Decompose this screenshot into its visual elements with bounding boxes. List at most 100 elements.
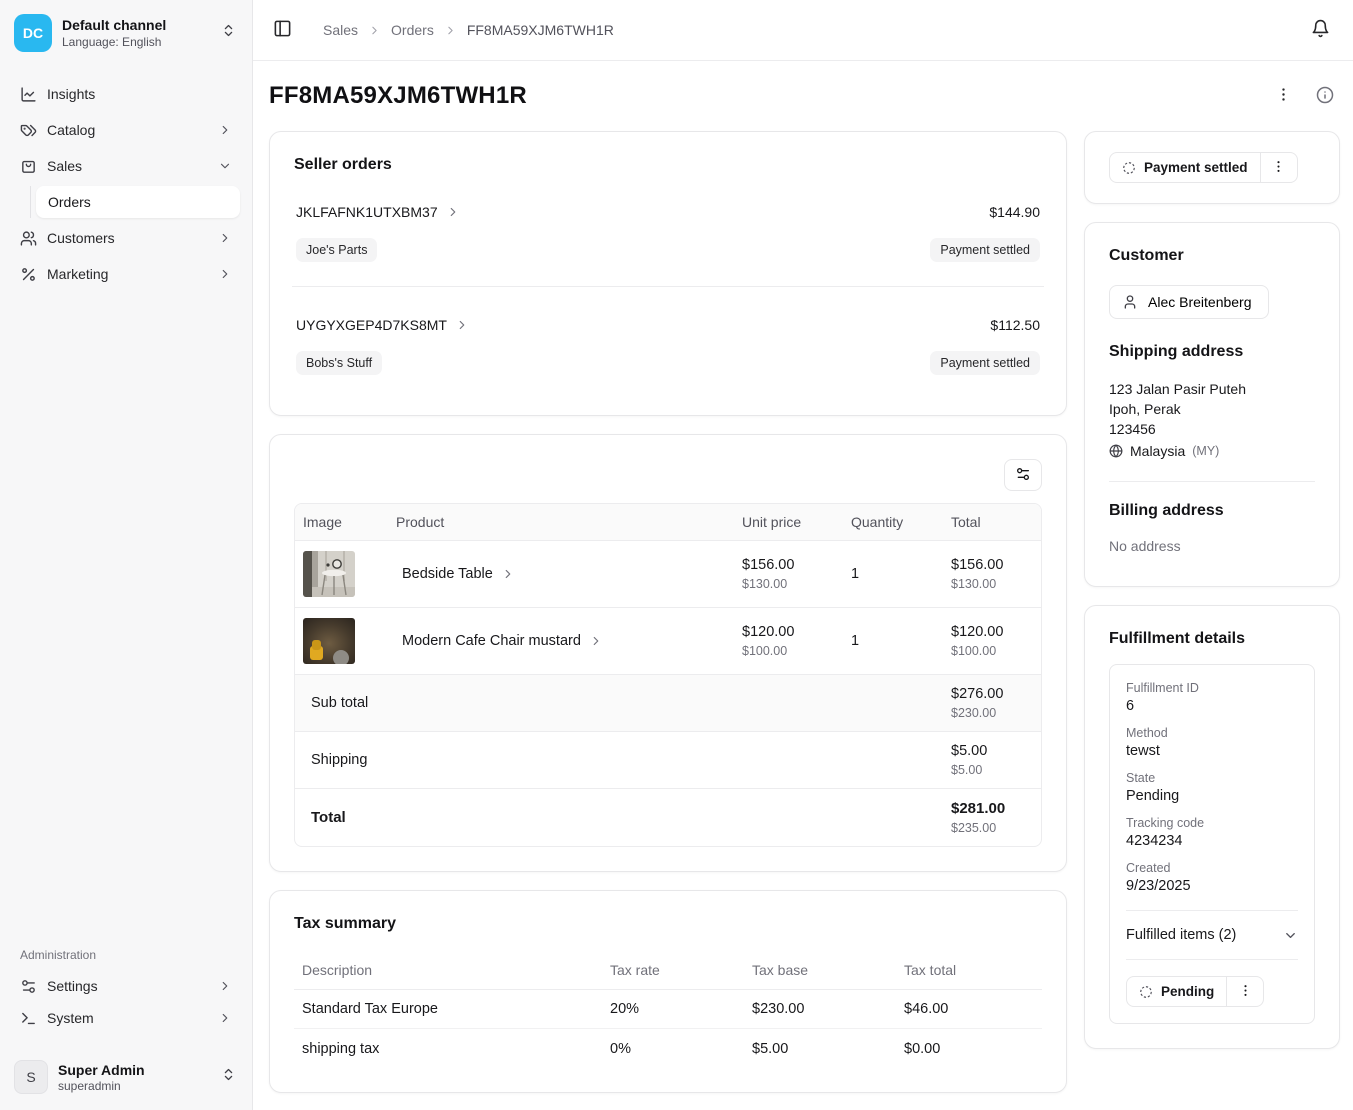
chevron-down-icon — [218, 159, 232, 173]
column-header-tax-rate: Tax rate — [602, 962, 744, 978]
fulfillment-state-button[interactable]: Pending — [1127, 977, 1226, 1006]
fulfillment-box: Fulfillment ID 6 Method tewst State Pend… — [1109, 664, 1315, 1024]
field-value: 4234234 — [1126, 833, 1298, 849]
shopping-bag-icon — [20, 158, 37, 175]
notifications-button[interactable] — [1305, 15, 1335, 45]
breadcrumb-orders[interactable]: Orders — [391, 22, 434, 38]
chevron-right-icon — [218, 231, 232, 245]
chevrons-up-down-icon — [221, 1067, 236, 1087]
channel-switcher[interactable]: DC Default channel Language: English — [12, 10, 240, 56]
sidebar-item-label: Orders — [48, 194, 91, 210]
fulfilled-items-toggle[interactable]: Fulfilled items (2) — [1126, 927, 1298, 943]
page-info-button[interactable] — [1310, 81, 1340, 111]
user-menu[interactable]: S Super Admin superadmin — [12, 1056, 240, 1098]
title-row: FF8MA59XJM6TWH1R — [269, 81, 1340, 111]
kebab-menu-icon — [1271, 159, 1286, 177]
breadcrumb-sales[interactable]: Sales — [323, 22, 358, 38]
sidebar-item-system[interactable]: System — [12, 1002, 240, 1034]
tags-icon — [20, 122, 37, 139]
shipping-row: Shipping $5.00 $5.00 — [295, 732, 1041, 789]
seller-order-total: $112.50 — [990, 317, 1040, 333]
billing-address-title: Billing address — [1109, 502, 1315, 520]
sidebar-toggle-button[interactable] — [267, 15, 297, 45]
subtotal-row: Sub total $276.00 $230.00 — [295, 675, 1041, 732]
chevron-right-icon — [218, 267, 232, 281]
unit-price-net: $130.00 — [742, 577, 835, 591]
tax-description: shipping tax — [294, 1041, 602, 1057]
sidebar-item-label: Marketing — [47, 266, 208, 282]
tax-description: Standard Tax Europe — [294, 1001, 602, 1017]
customer-title: Customer — [1109, 247, 1315, 265]
sidebar-item-sales[interactable]: Sales — [12, 150, 240, 182]
seller-badge: Bobs's Stuff — [296, 351, 382, 375]
sidebar-item-orders[interactable]: Orders — [36, 186, 240, 218]
tax-base: $230.00 — [744, 1001, 896, 1017]
chevron-down-icon — [1283, 928, 1298, 943]
sidebar-item-marketing[interactable]: Marketing — [12, 258, 240, 290]
page-actions-menu-button[interactable] — [1268, 81, 1298, 111]
column-header-tax-base: Tax base — [744, 962, 896, 978]
fulfillment-field: Method tewst — [1126, 726, 1298, 759]
page-content: FF8MA59XJM6TWH1R Seller orders — [253, 61, 1353, 1110]
sidebar-item-insights[interactable]: Insights — [12, 78, 240, 110]
user-icon — [1122, 294, 1138, 310]
line-total: $156.00 — [951, 557, 1033, 573]
shipping-value: $5.00 — [951, 743, 1033, 759]
breadcrumb: Sales Orders FF8MA59XJM6TWH1R — [323, 22, 614, 38]
sidebar-item-settings[interactable]: Settings — [12, 970, 240, 1002]
seller-order-link[interactable]: UYGYXGEP4D7KS8MT — [296, 317, 469, 333]
main-area: Sales Orders FF8MA59XJM6TWH1R FF8MA59XJM… — [253, 0, 1353, 1110]
customer-link-button[interactable]: Alec Breitenberg — [1109, 285, 1269, 319]
field-value: tewst — [1126, 743, 1298, 759]
seller-order-code: JKLFAFNK1UTXBM37 — [296, 204, 438, 220]
country-code: (MY) — [1192, 441, 1219, 461]
shipping-address-title: Shipping address — [1109, 343, 1315, 361]
fulfillment-field: Fulfillment ID 6 — [1126, 681, 1298, 714]
seller-orders-card: Seller orders JKLFAFNK1UTXBM37 $144.90 — [269, 131, 1067, 416]
sidebar-item-catalog[interactable]: Catalog — [12, 114, 240, 146]
fulfillment-state-menu-button[interactable] — [1227, 977, 1263, 1006]
field-value: 9/23/2025 — [1126, 878, 1298, 894]
fulfillment-card: Fulfillment details Fulfillment ID 6 Met… — [1084, 605, 1340, 1049]
product-link[interactable]: Bedside Table — [396, 566, 726, 582]
chevron-right-icon — [501, 567, 515, 581]
breadcrumb-order-code: FF8MA59XJM6TWH1R — [467, 22, 614, 38]
payment-state-button[interactable]: Payment settled — [1110, 153, 1260, 182]
seller-order-code: UYGYXGEP4D7KS8MT — [296, 317, 447, 333]
seller-order-link[interactable]: JKLFAFNK1UTXBM37 — [296, 204, 460, 220]
field-label: Created — [1126, 861, 1298, 875]
page-title: FF8MA59XJM6TWH1R — [269, 82, 527, 110]
field-label: Method — [1126, 726, 1298, 740]
fulfillment-state-button-group: Pending — [1126, 976, 1264, 1007]
sidebar-item-customers[interactable]: Customers — [12, 222, 240, 254]
tax-summary-card: Tax summary Description Tax rate Tax bas… — [269, 890, 1067, 1093]
chevrons-up-down-icon — [221, 23, 236, 43]
tax-summary-title: Tax summary — [294, 915, 1042, 933]
state-dashed-circle-icon — [1122, 161, 1136, 175]
field-label: State — [1126, 771, 1298, 785]
product-link[interactable]: Modern Cafe Chair mustard — [396, 633, 726, 649]
terminal-icon — [20, 1010, 37, 1027]
payment-state-button-group: Payment settled — [1109, 152, 1298, 183]
customer-card: Customer Alec Breitenberg Shipping addre… — [1084, 222, 1340, 587]
info-icon — [1316, 86, 1334, 107]
field-label: Fulfillment ID — [1126, 681, 1298, 695]
sidebar-item-label: Settings — [47, 978, 208, 994]
line-total-net: $130.00 — [951, 577, 1033, 591]
chevron-right-icon — [218, 1011, 232, 1025]
column-header-product: Product — [388, 514, 734, 530]
administration-section-label: Administration — [12, 948, 240, 962]
payment-state-menu-button[interactable] — [1261, 153, 1297, 182]
payment-state-label: Payment settled — [1144, 160, 1248, 175]
divider — [292, 286, 1044, 287]
payment-status-badge: Payment settled — [930, 351, 1040, 375]
tax-rate: 20% — [602, 1001, 744, 1017]
tax-base: $5.00 — [744, 1041, 896, 1057]
line-total: $120.00 — [951, 624, 1033, 640]
field-value: 6 — [1126, 698, 1298, 714]
column-header-image: Image — [295, 514, 388, 530]
subtotal-net: $230.00 — [951, 706, 1033, 720]
table-display-options-button[interactable] — [1004, 459, 1042, 491]
unit-price: $156.00 — [742, 557, 835, 573]
unit-price-net: $100.00 — [742, 644, 835, 658]
